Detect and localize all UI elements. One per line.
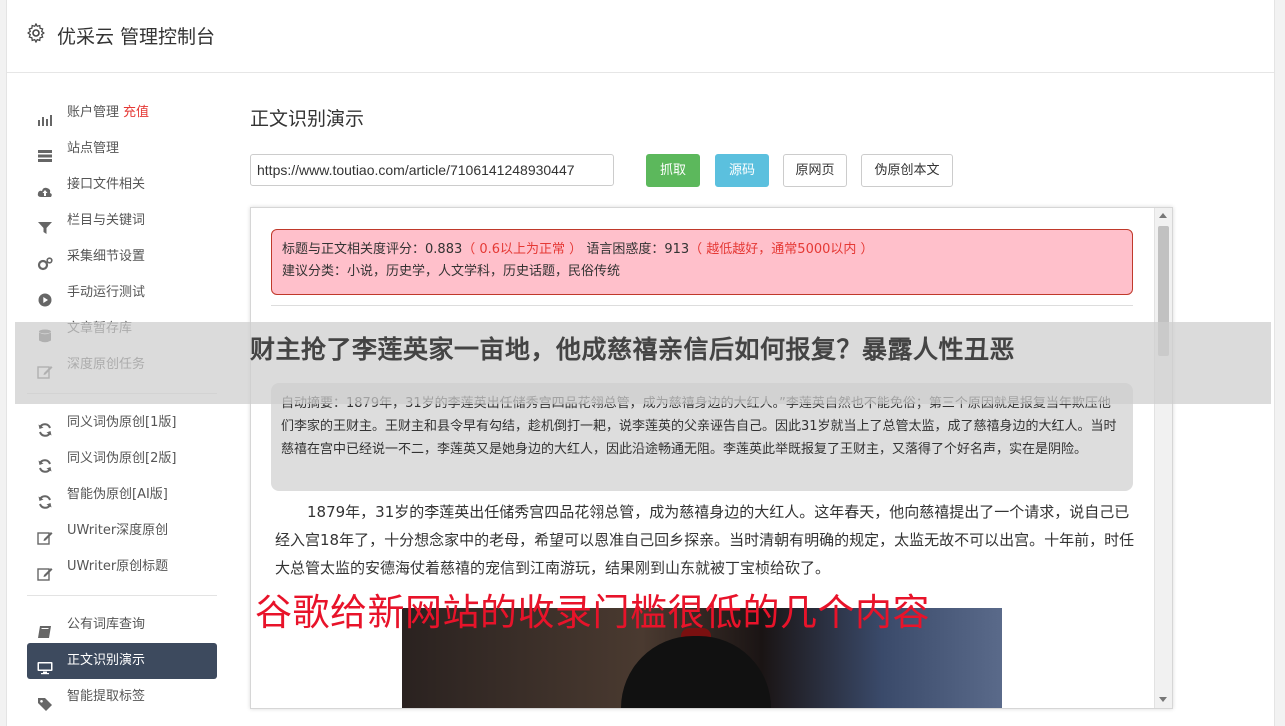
article-paragraph: 1879年，31岁的李莲英出任储秀宫四品花翎总管，成为慈禧身边的大红人。这年春天… [275, 503, 1135, 577]
sidebar-item[interactable]: 站点管理 [27, 131, 217, 167]
sidebar-item-label: 账户管理 [67, 105, 120, 120]
perplexity-hint: （ 越低越好，通常5000以内 ） [689, 242, 874, 257]
edit-icon [37, 524, 53, 545]
refresh-icon [37, 488, 53, 509]
play-circle-icon [37, 286, 53, 307]
tag-icon [37, 690, 53, 711]
sidebar-item[interactable]: 手动运行测试 [27, 275, 217, 311]
sidebar-item-label: 智能伪原创[AI版] [67, 487, 168, 502]
sidebar-item-label: 智能提取标签 [67, 689, 146, 704]
refresh-icon [37, 416, 53, 437]
category-label: 建议分类： [282, 264, 348, 279]
fetch-button[interactable]: 抓取 [646, 154, 700, 187]
source-button[interactable]: 源码 [715, 154, 769, 187]
sidebar-item-label: 站点管理 [67, 141, 120, 156]
perplexity-value: 913 [664, 242, 690, 257]
sidebar-item-label: UWriter原创标题 [67, 559, 169, 574]
sidebar-item[interactable]: 账户管理 充值 [27, 95, 217, 131]
monitor-icon [37, 654, 53, 675]
filter-icon [37, 214, 53, 234]
top-bar: 优采云 管理控制台 [7, 0, 1274, 73]
sidebar-item[interactable]: UWriter深度原创 [27, 513, 217, 549]
server-icon [37, 142, 53, 162]
bar-chart-icon [37, 106, 53, 126]
sidebar-item-label: 公有词库查询 [67, 617, 146, 632]
category-value: 小说，历史学，人文学科，历史话题，民俗传统 [347, 264, 621, 279]
sidebar-item-label: 正文识别演示 [67, 653, 146, 668]
relevance-value: 0.883 [425, 242, 463, 257]
perplexity-label: 语言困惑度： [586, 242, 665, 257]
page-title: 正文识别演示 [250, 108, 365, 130]
original-page-button[interactable]: 原网页 [783, 154, 847, 187]
sidebar-item-label: UWriter深度原创 [67, 523, 169, 538]
sidebar-item[interactable]: UWriter原创标题 [27, 549, 217, 585]
article-headline: 财主抢了李莲英家一亩地，他成慈禧亲信后如何报复？暴露人性丑恶 [249, 335, 1015, 364]
sidebar-item-label: 接口文件相关 [67, 177, 146, 192]
sidebar-item[interactable]: 栏目与关键词 [27, 203, 217, 239]
scroll-up-arrow-icon[interactable] [1159, 213, 1167, 218]
sidebar: 账户管理充值站点管理接口文件相关栏目与关键词采集细节设置手动运行测试文章暂存库深… [27, 95, 217, 715]
divider [271, 305, 1133, 306]
relevance-hint: （ 0.6以上为正常 ） [462, 242, 583, 257]
recharge-badge[interactable]: 充值 [123, 105, 149, 120]
cogs-icon [37, 250, 53, 271]
sidebar-item-label: 同义词伪原创[2版] [67, 451, 177, 466]
gear-icon[interactable] [26, 23, 46, 43]
sidebar-item-label: 采集细节设置 [67, 249, 146, 264]
sidebar-item-label: 手动运行测试 [67, 285, 146, 300]
sidebar-item[interactable]: 智能提取标签 [27, 679, 217, 715]
sidebar-divider [27, 595, 217, 596]
url-input[interactable] [250, 154, 614, 186]
scroll-down-arrow-icon[interactable] [1159, 697, 1167, 702]
watermark-text: 谷歌给新网站的收录门槛很低的几个内容 [255, 591, 930, 634]
relevance-label: 标题与正文相关度评分： [282, 242, 426, 257]
book-icon [37, 618, 53, 638]
refresh-icon [37, 452, 53, 473]
score-panel: 标题与正文相关度评分：0.883（ 0.6以上为正常 ） 语言困惑度：913（ … [271, 229, 1133, 295]
sidebar-item[interactable]: 正文识别演示 [27, 643, 217, 679]
scrollbar[interactable] [1154, 208, 1172, 708]
sidebar-item[interactable]: 采集细节设置 [27, 239, 217, 275]
sidebar-item[interactable]: 同义词伪原创[2版] [27, 441, 217, 477]
sidebar-item-label: 栏目与关键词 [67, 213, 146, 228]
edit-icon [37, 560, 53, 581]
sidebar-item[interactable]: 接口文件相关 [27, 167, 217, 203]
cloud-upload-icon [37, 178, 53, 197]
app-title: 优采云 管理控制台 [57, 26, 216, 48]
sidebar-item-label: 同义词伪原创[1版] [67, 415, 177, 430]
rewrite-article-button[interactable]: 伪原创本文 [861, 154, 953, 187]
sidebar-item[interactable]: 同义词伪原创[1版] [27, 405, 217, 441]
sidebar-item[interactable]: 公有词库查询 [27, 607, 217, 643]
sidebar-item[interactable]: 智能伪原创[AI版] [27, 477, 217, 513]
headline-overlay: 财主抢了李莲英家一亩地，他成慈禧亲信后如何报复？暴露人性丑恶 [15, 322, 1271, 404]
